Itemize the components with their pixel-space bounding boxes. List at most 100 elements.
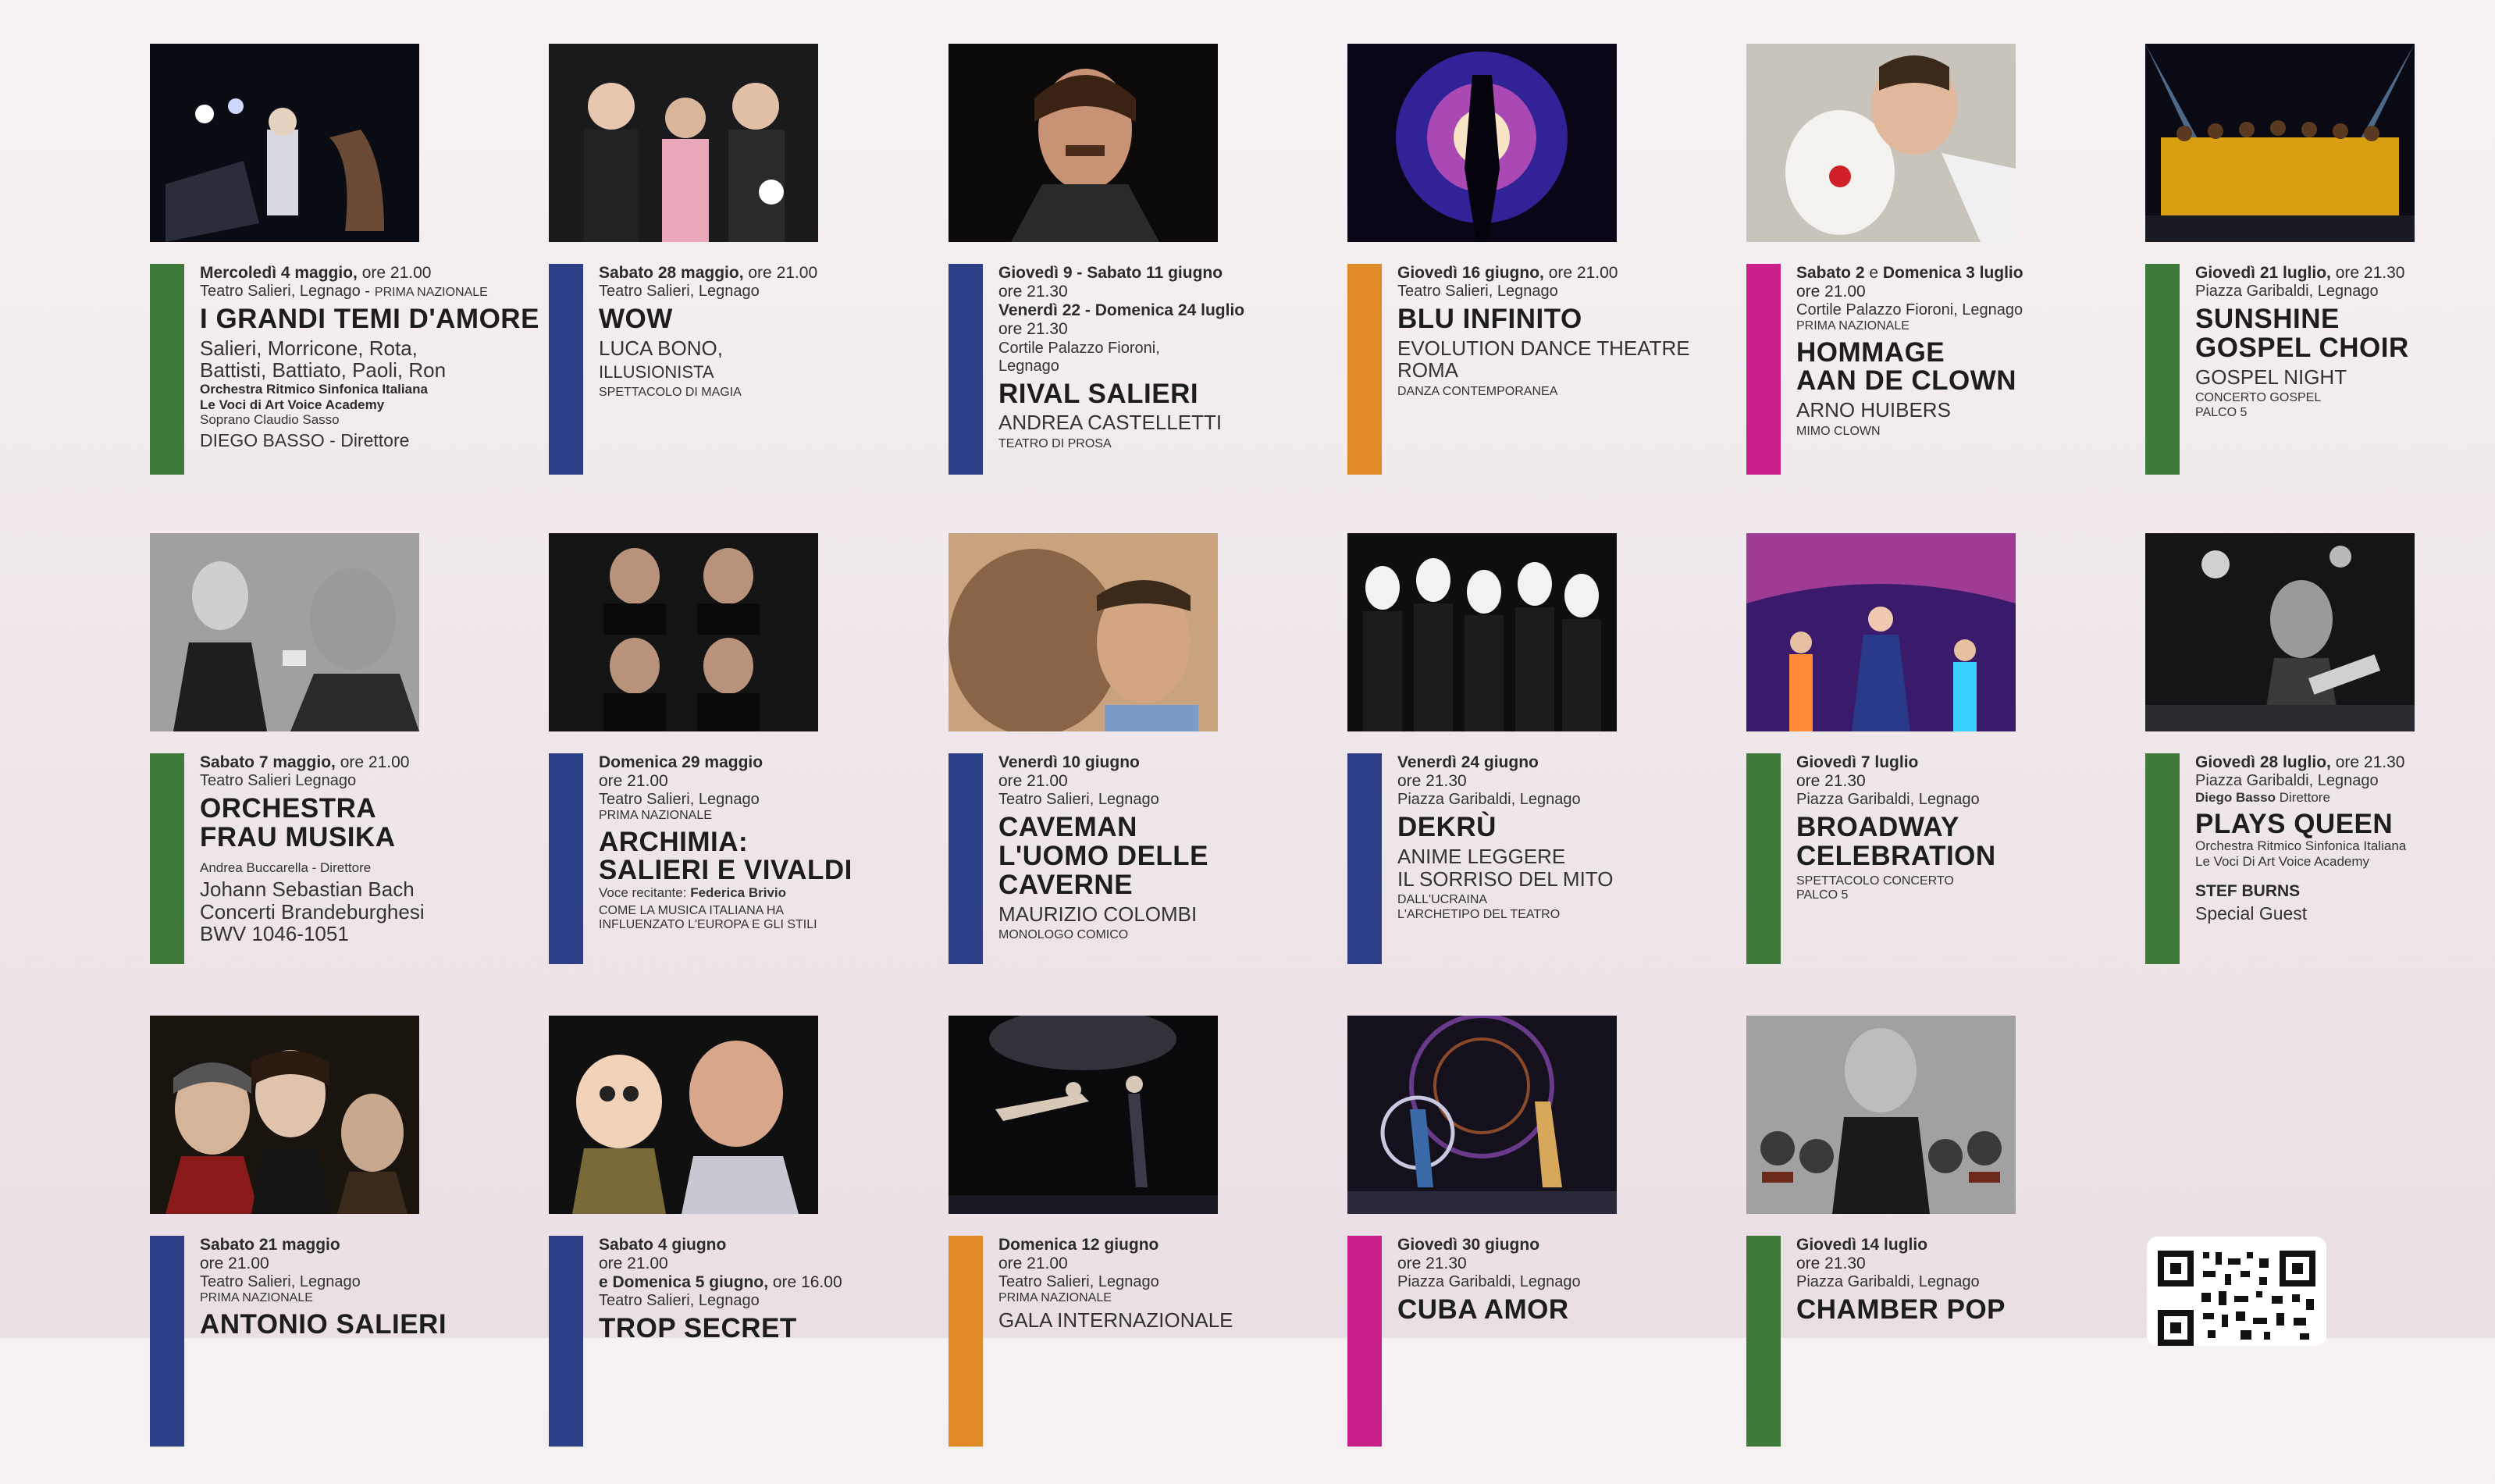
date-rest: ore 21.30 — [2330, 264, 2405, 282]
event-card[interactable]: Mercoledì 4 maggio, ore 21.00 Teatro Sali… — [150, 44, 540, 512]
event-card[interactable]: Domenica 12 giugno ore 21.00 Teatro Salie… — [949, 1016, 1339, 1484]
event-venue: Piazza Garibaldi, Legnago — [1796, 791, 2140, 809]
composers-photo[interactable] — [150, 1016, 419, 1214]
date-bold: Giovedì 28 luglio, — [2195, 753, 2331, 771]
premiere-tag: PRIMA NAZIONALE — [200, 1291, 313, 1305]
clown-photo[interactable] — [1746, 44, 2016, 242]
event-date-2: e Domenica 5 giugno, ore 16.00 — [599, 1273, 942, 1292]
event-title: CUBA AMOR — [1397, 1294, 1569, 1326]
date-rest: ore 16.00 — [768, 1273, 842, 1292]
venue-text: Teatro Salieri, Legnago — [599, 283, 760, 301]
event-date: Giovedì 30 giugno ore 21.30 — [1397, 1236, 1741, 1273]
date-bold: Sabato 7 maggio, — [200, 753, 336, 771]
date-bold: e Domenica 5 giugno, — [599, 1273, 769, 1292]
event-details: Soprano Claudio Sasso — [200, 412, 543, 428]
details-bold: Federica Brivio — [690, 885, 787, 901]
event-details: Voce recitante: Federica Brivio — [599, 885, 942, 901]
event-date: Sabato 7 maggio, ore 21.00 — [200, 753, 543, 772]
caveman-photo[interactable] — [949, 533, 1218, 731]
event-note: TEATRO DI PROSA — [998, 436, 1112, 450]
event-title: HOMMAGE AAN DE CLOWN — [1796, 336, 2017, 397]
event-card[interactable]: Giovedì 16 giugno, ore 21.00 Teatro Salie… — [1347, 44, 1738, 512]
event-title: ANTONIO SALIERI — [200, 1308, 447, 1340]
event-date: Domenica 12 giugno ore 21.00 — [998, 1236, 1342, 1273]
event-venue: Teatro Salieri, Legnago — [998, 791, 1342, 809]
event-venue: Teatro Salieri, Legnago PRIMA NAZIONALE — [599, 791, 942, 823]
event-title: PLAYS QUEEN — [2195, 808, 2394, 839]
event-title: CHAMBER POP — [1796, 1294, 2006, 1326]
event-card[interactable]: Giovedì 30 giugno ore 21.30 Piazza Gariba… — [1347, 1016, 1738, 1484]
circus-photo[interactable] — [1347, 1016, 1617, 1214]
venue-text: Teatro Salieri, Legnago — [599, 1292, 760, 1310]
venue-text: Cortile Palazzo Fioroni, Legnago — [1796, 301, 2023, 319]
orchestra-photo[interactable] — [150, 44, 419, 242]
premiere-tag: PRIMA NAZIONALE — [599, 809, 712, 823]
event-date: Venerdì 10 giugno ore 21.00 — [998, 753, 1342, 791]
event-title: DEKRÙ — [1397, 812, 1497, 843]
choir-photo[interactable] — [2145, 44, 2415, 242]
date-bold: Giovedì 14 luglio — [1796, 1236, 1928, 1254]
qr-code-icon[interactable] — [2147, 1237, 2326, 1346]
ballet-photo[interactable] — [949, 1016, 1218, 1214]
event-note: SPETTACOLO CONCERTO PALCO 5 — [1796, 874, 1954, 902]
event-card[interactable]: Giovedì 9 - Sabato 11 giugno ore 21.30 Ve… — [949, 44, 1339, 512]
guest-name: STEF BURNS — [2195, 881, 2301, 900]
color-bar — [549, 264, 583, 475]
event-card[interactable]: Sabato 21 maggio ore 21.00 Teatro Salieri… — [150, 1016, 540, 1484]
rock-band-photo[interactable] — [2145, 533, 2415, 731]
color-bar — [1347, 753, 1382, 964]
event-info: Mercoledì 4 maggio, ore 21.00 Teatro Sali… — [200, 264, 543, 450]
event-card[interactable]: Sabato 4 giugno ore 21.00 e Domenica 5 gi… — [549, 1016, 939, 1484]
event-card[interactable]: Domenica 29 maggio ore 21.00 Teatro Salie… — [549, 533, 939, 1002]
conductor-photo[interactable] — [150, 533, 419, 731]
event-info: Giovedì 14 luglio ore 21.30 Piazza Gariba… — [1796, 1236, 2140, 1325]
event-venue: Teatro Salieri, Legnago PRIMA NAZIONALE — [998, 1273, 1342, 1305]
venue-text: Cortile Palazzo Fioroni, Legnago — [998, 339, 1160, 375]
event-card[interactable]: Venerdì 24 giugno ore 21.30 Piazza Gariba… — [1347, 533, 1738, 1002]
date-bold: Domenica 29 maggio — [599, 753, 763, 771]
puppet-photo[interactable] — [549, 1016, 818, 1214]
date-rest: ore 21.00 — [357, 264, 432, 282]
event-footer: Special Guest — [2195, 902, 2308, 923]
event-card[interactable]: Sabato 2 e Domenica 3 luglio ore 21.00 Co… — [1746, 44, 2137, 512]
mimes-photo[interactable] — [1347, 533, 1617, 731]
event-info: Giovedì 9 - Sabato 11 giugno ore 21.30 Ve… — [998, 264, 1342, 451]
color-bar — [150, 1236, 184, 1447]
event-date: Domenica 29 maggio ore 21.00 — [599, 753, 942, 791]
event-date: Giovedì 14 luglio ore 21.30 — [1796, 1236, 2140, 1273]
magicians-photo[interactable] — [549, 44, 818, 242]
event-card[interactable]: Giovedì 14 luglio ore 21.30 Piazza Gariba… — [1746, 1016, 2137, 1484]
event-subtitle: GALA INTERNAZIONALE — [998, 1308, 1233, 1332]
date-rest: ore 21.30 — [1796, 1254, 1866, 1273]
event-card[interactable]: Giovedì 7 luglio ore 21.30 Piazza Garibal… — [1746, 533, 2137, 1002]
event-info: Venerdì 24 giugno ore 21.30 Piazza Gariba… — [1397, 753, 1741, 922]
event-date: Giovedì 9 - Sabato 11 giugno ore 21.30 — [998, 264, 1342, 301]
dancer-light-photo[interactable] — [1347, 44, 1617, 242]
event-card[interactable]: Sabato 28 maggio, ore 21.00 Teatro Salier… — [549, 44, 939, 512]
venue-text: Piazza Garibaldi, Legnago — [1796, 791, 1980, 809]
event-info: Giovedì 30 giugno ore 21.30 Piazza Gariba… — [1397, 1236, 1741, 1325]
date-bold: Sabato 4 giugno — [599, 1236, 727, 1254]
violinist-photo[interactable] — [1746, 1016, 2016, 1214]
date-bold: Venerdì 22 - Domenica 24 luglio — [998, 301, 1245, 320]
event-title: WOW — [599, 304, 673, 335]
event-card[interactable]: Sabato 7 maggio, ore 21.00 Teatro Salieri… — [150, 533, 540, 1002]
venue-text: Piazza Garibaldi, Legnago — [1796, 1273, 1980, 1291]
actor-photo[interactable] — [949, 44, 1218, 242]
venue-text: Teatro Salieri, Legnago — [998, 1273, 1159, 1291]
quartet-photo[interactable] — [549, 533, 818, 731]
color-bar — [2145, 753, 2180, 964]
event-info: Sabato 2 e Domenica 3 luglio ore 21.00 Co… — [1796, 264, 2140, 439]
event-card[interactable]: Giovedì 21 luglio, ore 21.30 Piazza Garib… — [2145, 44, 2495, 512]
event-subtitle: ANIME LEGGERE IL SORRISO DEL MITO — [1397, 845, 1614, 891]
event-director: Diego Basso Direttore — [2195, 790, 2495, 806]
event-title: I GRANDI TEMI D'AMORE — [200, 304, 539, 335]
event-card[interactable]: Giovedì 28 luglio, ore 21.30 Piazza Garib… — [2145, 533, 2495, 1002]
event-date: Venerdì 24 giugno ore 21.30 — [1397, 753, 1741, 791]
venue-text: Teatro Salieri, Legnago — [200, 1273, 361, 1291]
event-card[interactable]: Venerdì 10 giugno ore 21.00 Teatro Salier… — [949, 533, 1339, 1002]
event-footer: DIEGO BASSO - Direttore — [200, 429, 410, 450]
venue-text: Piazza Garibaldi, Legnago — [2195, 283, 2379, 301]
event-date: Giovedì 16 giugno, ore 21.00 — [1397, 264, 1741, 283]
broadway-photo[interactable] — [1746, 533, 2016, 731]
